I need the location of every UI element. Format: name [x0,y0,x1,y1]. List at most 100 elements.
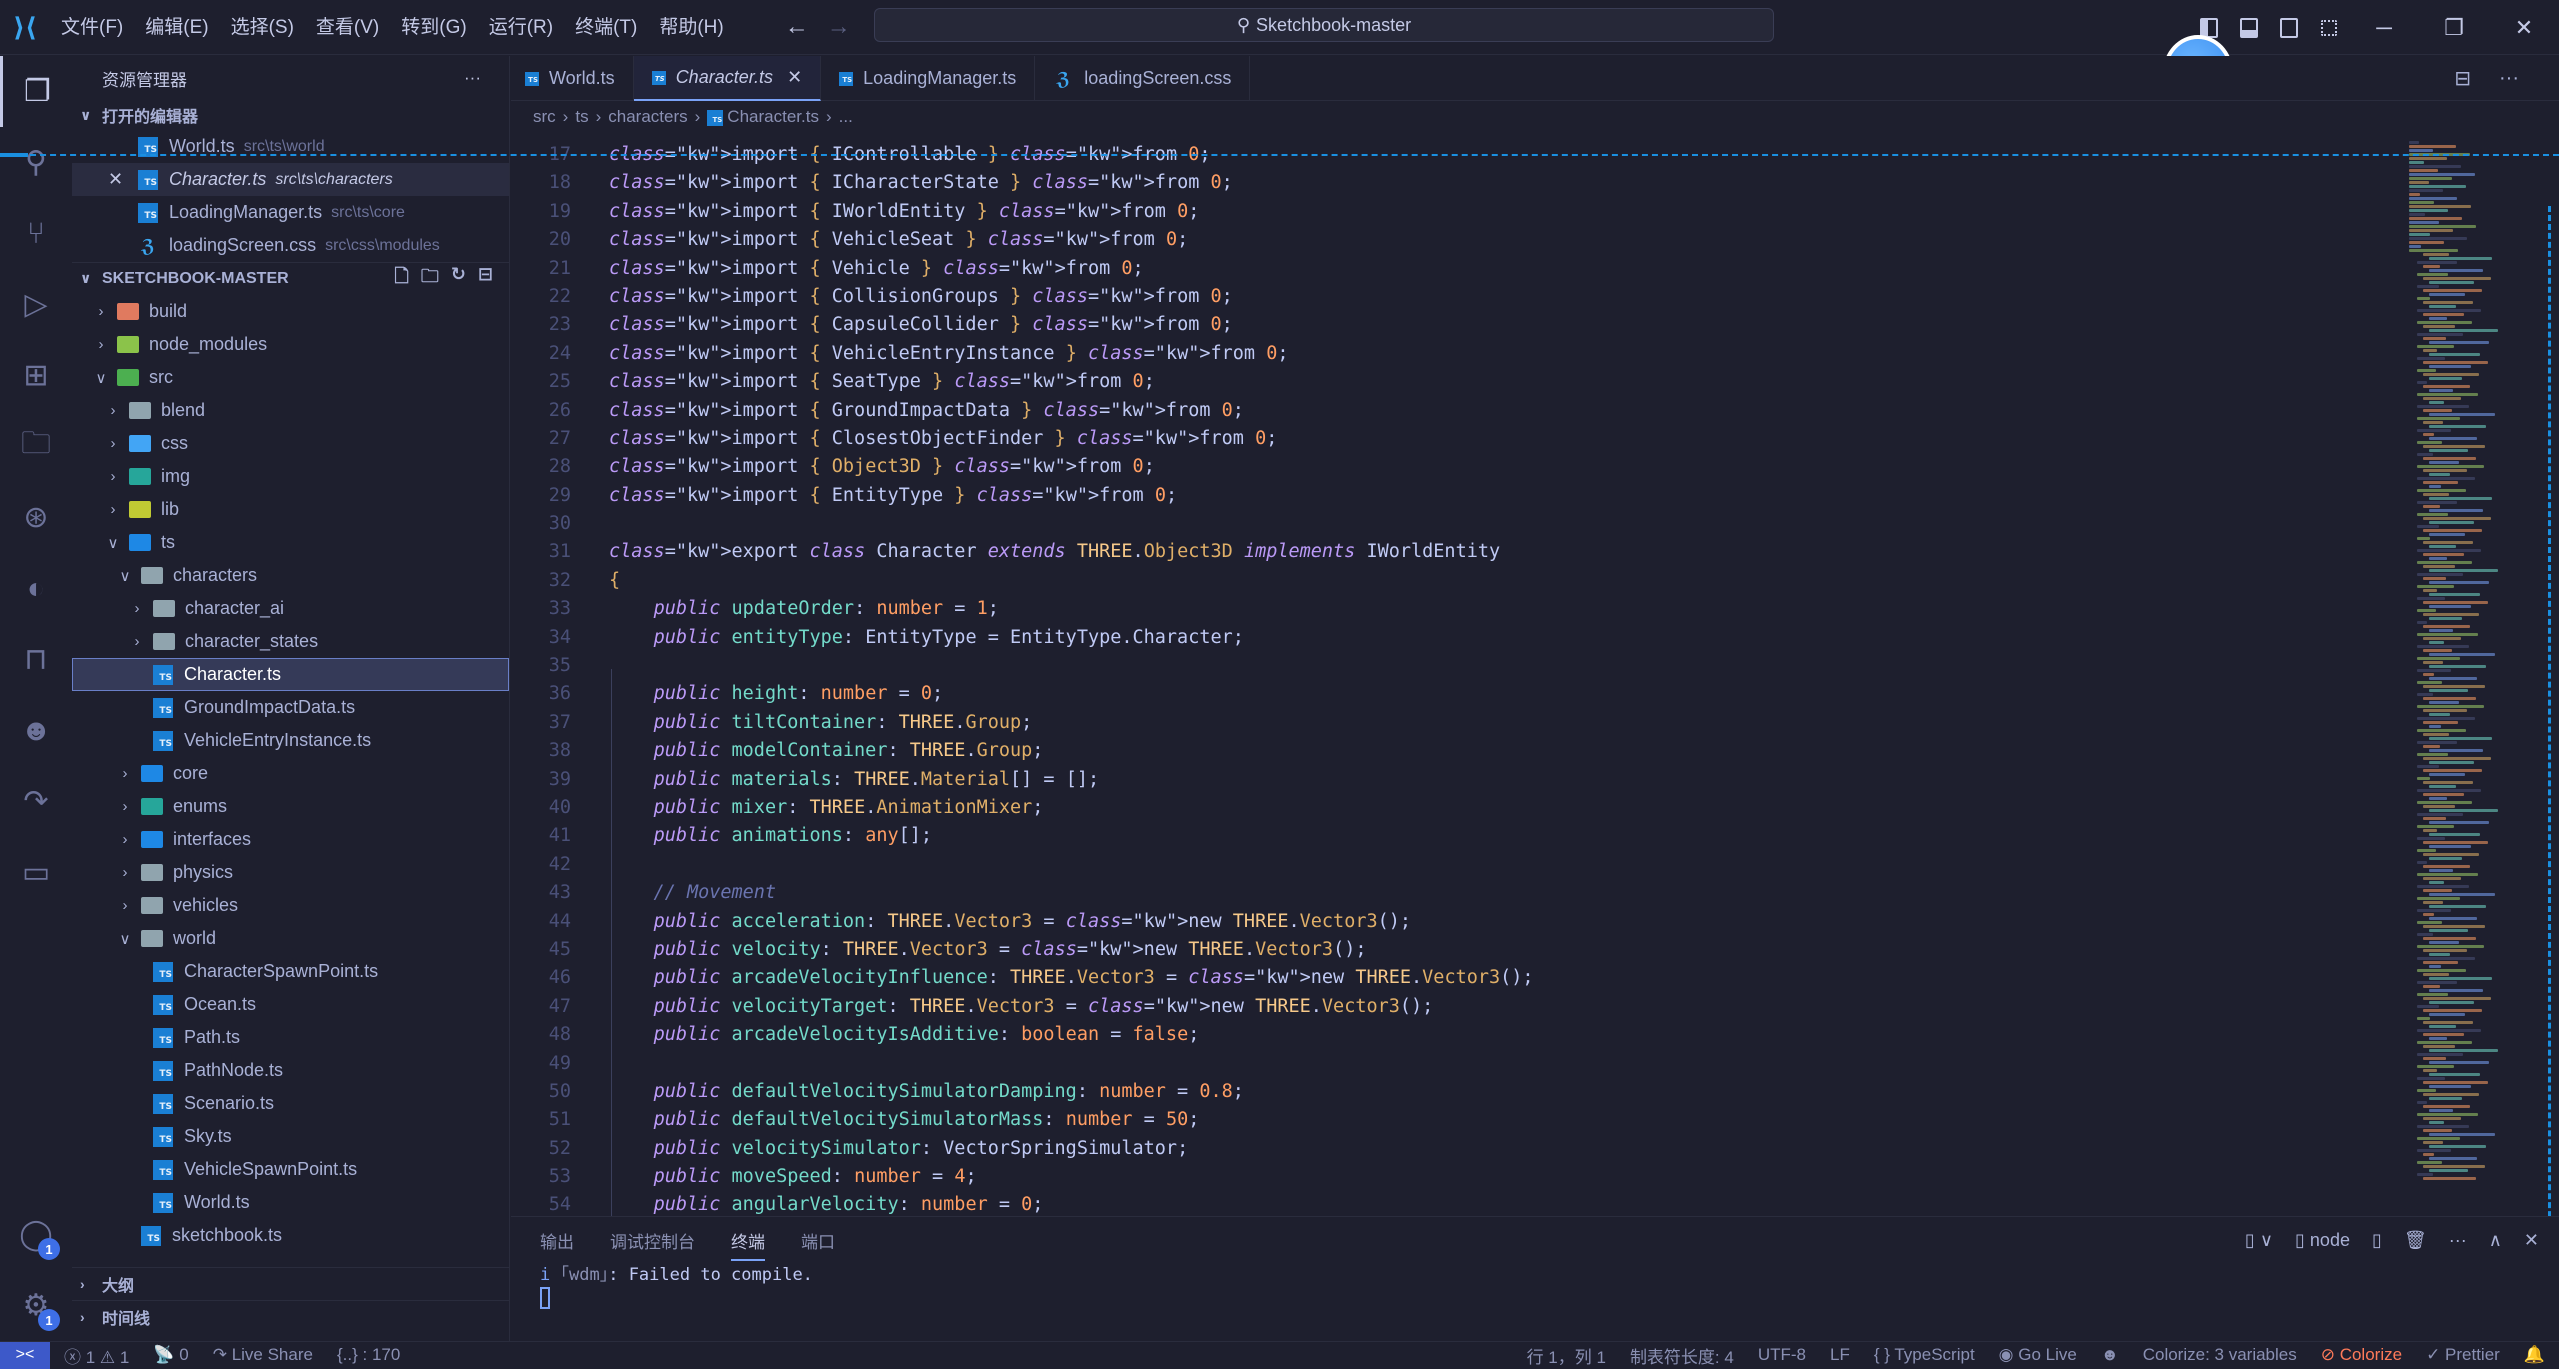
editor-tab[interactable]: TS LoadingManager.ts [821,56,1036,101]
code-line[interactable]: 25 class="kw">import { SeatType } class="… [511,368,2421,396]
code-line[interactable]: 48 public arcadeVelocityIsAdditive: bool… [511,1021,2421,1049]
tree-file[interactable]: TS Ocean.ts [72,988,509,1021]
code-line[interactable]: 43 // Movement [511,879,2421,907]
prettier-button[interactable]: ✓ Prettier [2426,1345,2500,1365]
search-icon[interactable]: ⚲ [0,127,72,198]
code-line[interactable]: 17 class="kw">import { IControllable } cl… [511,141,2421,169]
menu-help[interactable]: 帮助(H) [648,0,734,55]
tree-file[interactable]: TS CharacterSpawnPoint.ts [72,955,509,988]
editor-tab[interactable]: TS World.ts [511,56,634,101]
remote-indicator-icon[interactable]: >< [0,1341,50,1369]
json-count[interactable]: {..} : 170 [337,1345,400,1365]
code-line[interactable]: 54 public angularVelocity: number = 0; [511,1191,2421,1216]
code-line[interactable]: 52 public velocitySimulator: VectorSprin… [511,1135,2421,1163]
code-line[interactable]: 23 class="kw">import { CapsuleCollider } … [511,311,2421,339]
code-line[interactable]: 31 class="kw">export class Character exte… [511,538,2421,566]
close-icon[interactable]: ✕ [108,169,138,190]
forward-arrow-icon[interactable]: → [827,13,851,41]
breadcrumb-item[interactable]: characters [608,107,687,127]
back-arrow-icon[interactable]: ← [785,13,809,41]
code-line[interactable]: 45 public velocity: THREE.Vector3 = clas… [511,936,2421,964]
tree-file[interactable]: TS World.ts [72,1186,509,1219]
panel-more-icon[interactable]: ··· [2449,1230,2467,1251]
panel-tab[interactable]: 输出 [540,1228,574,1253]
code-line[interactable]: 20 class="kw">import { VehicleSeat } clas… [511,226,2421,254]
tree-file[interactable]: TS GroundImpactData.ts [72,691,509,724]
open-editors-section[interactable]: ∨ 打开的编辑器 [72,100,509,130]
menu-edit[interactable]: 编辑(E) [134,0,219,55]
menu-run[interactable]: 运行(R) [478,0,564,55]
tree-folder[interactable]: › lib [72,493,509,526]
code-line[interactable]: 39 public materials: THREE.Material[] = … [511,766,2421,794]
tree-folder[interactable]: ∨ ts [72,526,509,559]
source-control-icon[interactable]: ⑂ [0,198,72,269]
code-line[interactable]: 38 public modelContainer: THREE.Group; [511,737,2421,765]
tree-file[interactable]: TS VehicleEntryInstance.ts [72,724,509,757]
chat-icon[interactable]: ▭ [0,837,72,908]
command-center-search[interactable]: ⚲ Sketchbook-master [874,8,1774,42]
code-line[interactable]: 50 public defaultVelocitySimulatorDampin… [511,1078,2421,1106]
tree-folder[interactable]: › css [72,427,509,460]
code-line[interactable]: 53 public moveSpeed: number = 4; [511,1163,2421,1191]
tree-folder[interactable]: › build [72,295,509,328]
code-line[interactable]: 44 public acceleration: THREE.Vector3 = … [511,908,2421,936]
code-line[interactable]: 27 class="kw">import { ClosestObjectFinde… [511,425,2421,453]
minimize-button[interactable]: ─ [2349,0,2419,55]
close-tab-icon[interactable]: ✕ [787,67,802,88]
code-line[interactable]: 18 class="kw">import { ICharacterState } … [511,169,2421,197]
code-line[interactable]: 46 public arcadeVelocityInfluence: THREE… [511,964,2421,992]
tree-file[interactable]: TS Scenario.ts [72,1087,509,1120]
tree-folder[interactable]: › character_ai [72,592,509,625]
code-line[interactable]: 42 [511,851,2421,879]
tree-file[interactable]: TS Path.ts [72,1021,509,1054]
tree-folder[interactable]: › blend [72,394,509,427]
project-section-header[interactable]: ∨ SKETCHBOOK-MASTER 🗋 🗀 ↻ ⊟ [72,262,509,295]
breadcrumb-item[interactable]: src [533,107,556,127]
open-editor-item[interactable]: TS LoadingManager.ts src\ts\core [72,196,509,229]
code-line[interactable]: 30 [511,510,2421,538]
menu-go[interactable]: 转到(G) [390,0,477,55]
code-line[interactable]: 49 [511,1050,2421,1078]
tree-folder[interactable]: › character_states [72,625,509,658]
panel-tab[interactable]: 终端 [731,1228,765,1261]
problems-indicator[interactable]: ⓧ 1 ⚠ 1 [64,1343,129,1368]
tab-size[interactable]: 制表符长度: 4 [1630,1343,1734,1368]
tree-file[interactable]: TS Sky.ts [72,1120,509,1153]
menu-file[interactable]: 文件(F) [50,0,134,55]
tree-folder[interactable]: › node_modules [72,328,509,361]
tree-folder[interactable]: › physics [72,856,509,889]
code-line[interactable]: 26 class="kw">import { GroundImpactData }… [511,397,2421,425]
code-line[interactable]: 47 public velocityTarget: THREE.Vector3 … [511,993,2421,1021]
minimap[interactable] [2409,141,2514,1216]
code-line[interactable]: 36 public height: number = 0; [511,680,2421,708]
open-editor-item[interactable]: ✕ TS Character.ts src\ts\characters [72,163,509,196]
new-file-icon[interactable]: 🗋 [394,264,408,294]
terminal-instance[interactable]: ▯ node [2295,1230,2350,1251]
more-actions-icon[interactable]: ··· [464,68,481,88]
go-live-button[interactable]: ◉ Go Live [1999,1345,2077,1365]
tree-file[interactable]: TS VehicleSpawnPoint.ts [72,1153,509,1186]
code-line[interactable]: 37 public tiltContainer: THREE.Group; [511,709,2421,737]
code-line[interactable]: 35 [511,652,2421,680]
menu-view[interactable]: 查看(V) [305,0,390,55]
code-line[interactable]: 41 public animations: any[]; [511,822,2421,850]
live-share-icon[interactable]: ↷ [0,766,72,837]
accounts-icon[interactable]: ◯ 1 [0,1199,72,1270]
colorize-button[interactable]: ⊘ Colorize [2321,1345,2402,1365]
split-editor-icon[interactable]: ⊟ [2454,66,2471,91]
language-mode[interactable]: { } TypeScript [1874,1345,1975,1365]
toggle-panel-button[interactable] [2229,0,2269,55]
ports-indicator[interactable]: 📡 0 [153,1345,188,1365]
refresh-icon[interactable]: ↻ [451,264,466,294]
notifications-bell-icon[interactable]: 🔔 [2524,1345,2545,1365]
project-manager-icon[interactable]: 🗀 [0,411,72,482]
end-of-line[interactable]: LF [1830,1345,1850,1365]
live-share-button[interactable]: ↷ Live Share [213,1345,313,1365]
split-terminal-icon[interactable]: ▯ [2372,1230,2382,1251]
new-terminal-dropdown-icon[interactable]: ▯ ∨ [2245,1230,2273,1251]
code-line[interactable]: 19 class="kw">import { IWorldEntity } cla… [511,198,2421,226]
customize-layout-button[interactable] [2309,0,2349,55]
colorize-variables[interactable]: Colorize: 3 variables [2143,1345,2297,1365]
copilot-status-icon[interactable]: ☻ [2101,1345,2119,1365]
code-view[interactable]: 17 class="kw">import { IControllable } cl… [511,141,2421,1216]
